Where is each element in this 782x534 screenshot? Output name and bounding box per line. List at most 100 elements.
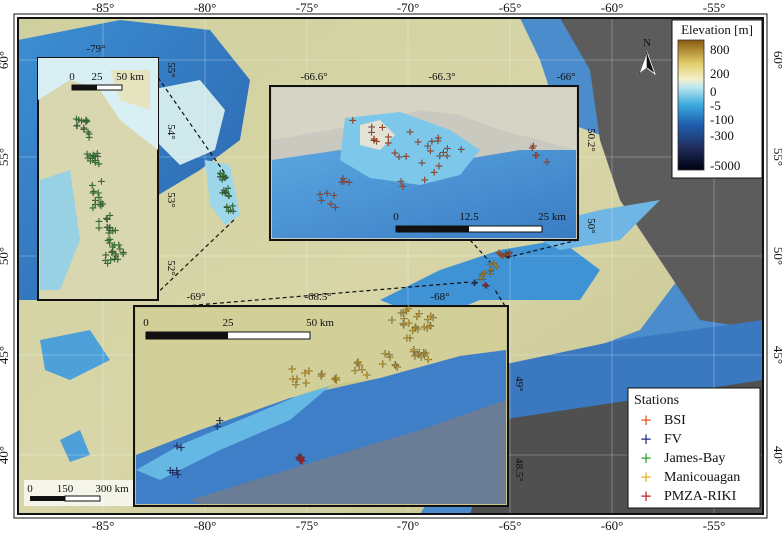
bsi-station: + — [434, 136, 442, 147]
svg-text:50 km: 50 km — [306, 317, 334, 329]
main-james-bay-station: + — [230, 207, 238, 217]
lon-tick-top: -55° — [703, 0, 726, 15]
lat-tick-left: 60° — [0, 51, 11, 69]
svg-text:-66°: -66° — [556, 71, 575, 83]
svg-text:150: 150 — [57, 483, 74, 495]
lon-tick-top: -70° — [397, 0, 420, 15]
fv-station: + — [166, 464, 175, 477]
lon-tick-top: -80° — [194, 0, 217, 15]
svg-text:12.5: 12.5 — [459, 211, 479, 223]
bsi-station: + — [430, 168, 438, 179]
svg-text:0: 0 — [143, 317, 149, 329]
bsi-station: + — [316, 190, 324, 201]
manicouagan-station: + — [304, 365, 313, 378]
bsi-station: + — [378, 122, 386, 133]
manicouagan-station: + — [423, 313, 432, 326]
main-james-bay-station: + — [223, 202, 231, 212]
lon-tick-top: -60° — [601, 0, 624, 15]
bsi-station: + — [443, 143, 451, 154]
legend-title: Stations — [634, 393, 679, 408]
manicouagan-station: + — [385, 348, 394, 361]
svg-text:25: 25 — [92, 71, 104, 83]
legend-label: PMZA-RIKI — [664, 489, 737, 504]
manicouagan-station: + — [354, 355, 363, 368]
colorbar-title: Elevation [m] — [681, 22, 753, 37]
colorbar-label: 800 — [710, 42, 730, 57]
lat-tick-right: 55° — [771, 148, 782, 166]
james-bay-station: + — [80, 125, 88, 136]
legend-marker: + — [640, 430, 653, 448]
bsi-station: + — [372, 136, 380, 147]
lon-ticks-bottom: -85° -80° -75° -70° -65° -60° -55° — [92, 518, 726, 533]
svg-text:300 km: 300 km — [95, 483, 129, 495]
colorbar-label: -100 — [710, 112, 734, 127]
svg-text:52°: 52° — [165, 260, 177, 275]
manicouagan-station: + — [409, 343, 418, 356]
inset-james-bay: 0 25 50 km -79° 55° 54° 53° 52° ++++++++… — [37, 43, 177, 301]
lon-tick-bottom: -60° — [601, 518, 624, 533]
lon-tick-bottom: -85° — [92, 518, 115, 533]
svg-text:0: 0 — [27, 483, 33, 495]
svg-text:-68.5°: -68.5° — [304, 291, 331, 303]
bsi-station: + — [399, 182, 407, 193]
bsi-station: + — [327, 199, 335, 210]
fv-station: + — [215, 414, 224, 427]
svg-text:50 km: 50 km — [116, 71, 144, 83]
svg-text:25 km: 25 km — [538, 211, 566, 223]
colorbar: Elevation [m] 800 200 0-5-100-300 -5000 — [671, 19, 763, 179]
svg-text:53°: 53° — [165, 192, 177, 207]
map-figure: -85° -80° -75° -70° -65° -60° -55° -85° -80° -75… — [0, 0, 782, 533]
manicouagan-station: + — [332, 371, 341, 384]
svg-text:50°: 50° — [585, 218, 597, 233]
bsi-station: + — [457, 144, 465, 155]
james-bay-station: + — [104, 236, 112, 247]
lat-ticks-right: 60° 55° 50° 45° 40° — [771, 51, 782, 464]
james-bay-station: + — [103, 223, 111, 234]
legend-label: FV — [664, 432, 682, 447]
colorbar-label: -300 — [710, 128, 734, 143]
lat-tick-left: 55° — [0, 148, 11, 166]
colorbar-label: -5 — [710, 98, 721, 113]
bsi-station: + — [340, 177, 348, 188]
lat-tick-right: 60° — [771, 51, 782, 69]
manicouagan-station: + — [292, 372, 301, 385]
svg-text:48.5°: 48.5° — [513, 458, 525, 482]
stations-legend: Stations + BSI + FV + James-Bay + Manicouagan + P… — [627, 387, 761, 509]
pmza-riki-station: + — [296, 453, 305, 466]
lon-tick-top: -65° — [499, 0, 522, 15]
lat-ticks-left: 60° 55° 50° 45° 40° — [0, 51, 11, 464]
north-label: N — [643, 37, 651, 49]
lat-tick-right: 40° — [771, 446, 782, 464]
legend-label: Manicouagan — [664, 470, 740, 485]
fv-station: + — [176, 441, 185, 454]
legend-marker: + — [640, 411, 653, 429]
inset-estuary: 0 25 50 km -69° -68.5° -68° 49° 48.5° ++… — [133, 291, 525, 507]
bsi-station: + — [384, 138, 392, 149]
bsi-station: + — [420, 175, 428, 186]
svg-text:50.2°: 50.2° — [585, 128, 597, 152]
svg-text:0: 0 — [393, 211, 399, 223]
lat-tick-right: 45° — [771, 346, 782, 364]
svg-text:55°: 55° — [165, 62, 177, 77]
legend-marker: + — [640, 449, 653, 467]
lon-tick-bottom: -75° — [296, 518, 319, 533]
james-bay-station: + — [90, 151, 98, 162]
svg-text:-68°: -68° — [430, 291, 449, 303]
main-pmza-station: + — [482, 281, 490, 291]
bsi-station: + — [349, 116, 357, 127]
colorbar-ramp — [677, 39, 705, 171]
lon-ticks-top: -85° -80° -75° -70° -65° -60° -55° — [92, 0, 726, 15]
james-bay-station: + — [97, 177, 105, 188]
bsi-station: + — [529, 141, 537, 152]
main-fv-station: + — [471, 278, 479, 288]
james-bay-station: + — [88, 181, 96, 192]
svg-text:-69°: -69° — [186, 291, 205, 303]
james-bay-station: + — [114, 255, 122, 266]
manicouagan-station: + — [397, 307, 406, 320]
legend-marker: + — [640, 468, 653, 486]
manicouagan-station: + — [410, 321, 419, 334]
main-scale-bar: 0 150 300 km — [24, 480, 134, 506]
svg-text:-66.6°: -66.6° — [300, 71, 327, 83]
inset-bsi: -66.6° -66.3° -66° 50.2° 50° 0 12.5 25 k… — [269, 71, 597, 241]
bsi-station: + — [391, 148, 399, 159]
